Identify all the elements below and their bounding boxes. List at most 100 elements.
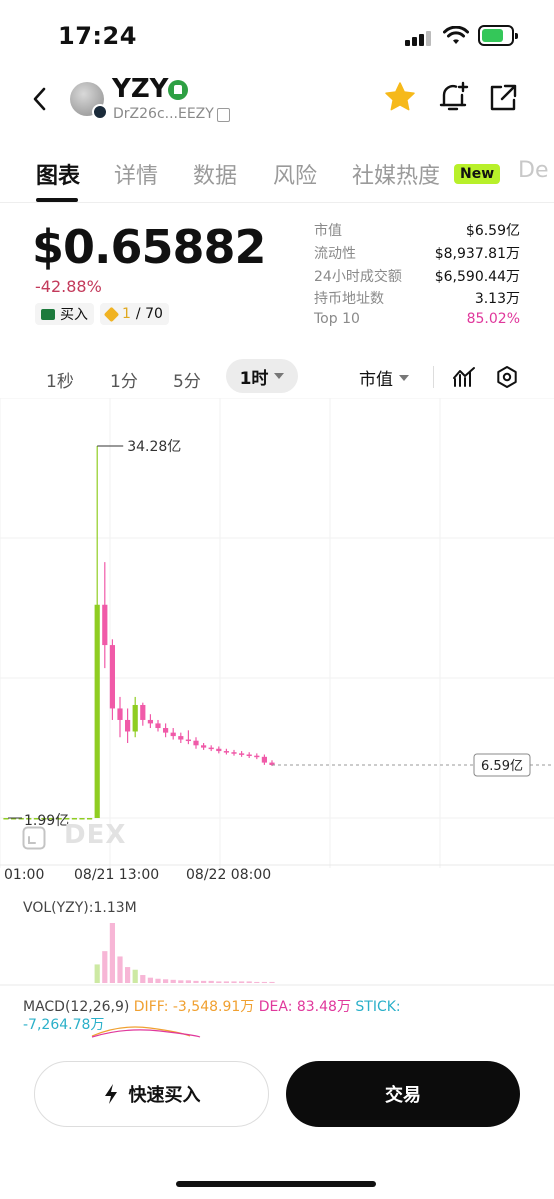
wallet-icon	[41, 308, 55, 320]
candle-body	[117, 708, 123, 720]
volume-bar	[178, 980, 184, 983]
candle-body	[163, 728, 169, 733]
tab-data[interactable]: 数据	[193, 158, 237, 190]
indicator-icon[interactable]	[452, 365, 476, 389]
stat-row: Top 10 85.02%	[314, 311, 520, 334]
candle-body	[102, 604, 108, 646]
volume-bar	[208, 980, 214, 983]
rank-total: / 70	[135, 306, 163, 322]
diamond-icon	[103, 306, 120, 322]
tab-risk[interactable]: 风险	[273, 158, 317, 190]
tab-chart[interactable]: 图表	[36, 158, 80, 190]
battery-charging-icon	[478, 25, 518, 46]
volume-bar	[223, 981, 229, 983]
metric-select[interactable]: 市值	[359, 365, 409, 390]
timeframe-5m[interactable]: 5分	[173, 367, 201, 392]
price-change: -42.88%	[35, 277, 102, 296]
volume-bar	[109, 923, 115, 983]
volume-label: VOL(YZY):1.13M	[23, 900, 137, 916]
rank-chip[interactable]: 1 / 70	[100, 303, 169, 325]
candle-body	[223, 751, 229, 753]
volume-bar	[193, 980, 199, 983]
candle-body	[140, 704, 146, 720]
back-icon[interactable]	[28, 84, 52, 114]
home-indicator	[176, 1181, 376, 1187]
tab-social[interactable]: 社媒热度	[352, 158, 440, 190]
fullscreen-icon[interactable]	[22, 826, 46, 850]
stat-row: 流动性 $8,937.81万	[314, 243, 520, 266]
rank-current: 1	[122, 306, 131, 322]
macd-diff: DIFF: -3,548.91万	[133, 999, 255, 1015]
dex-watermark: DEX	[64, 820, 127, 850]
volume-bar	[94, 964, 100, 983]
candle-body	[216, 748, 222, 752]
candle-body	[193, 740, 199, 746]
trade-label: 交易	[385, 1085, 421, 1106]
candle-body	[125, 719, 131, 732]
tab-details[interactable]: 详情	[114, 158, 158, 190]
tab-overflow[interactable]: De	[518, 158, 548, 183]
candle-body	[132, 704, 138, 732]
chain-badge-icon	[92, 104, 108, 120]
stat-key: 市值	[314, 223, 342, 239]
stat-value: $6.59亿	[465, 223, 520, 239]
volume-bar	[261, 981, 267, 983]
tab-bar: 图表 详情 数据 风险 社媒热度 New De	[0, 152, 554, 202]
stat-key: 24小时成交额	[314, 268, 402, 285]
x-axis-label: 08/21 13:00	[74, 867, 160, 883]
share-icon[interactable]	[487, 82, 519, 114]
settings-icon[interactable]	[495, 365, 519, 389]
stat-value: $8,937.81万	[434, 245, 520, 262]
volume-bar	[147, 977, 153, 983]
stat-row: 市值 $6.59亿	[314, 220, 520, 243]
candle-body	[254, 755, 260, 758]
stat-key: 持币地址数	[314, 291, 384, 308]
volume-bar	[239, 981, 245, 983]
volume-bar	[246, 981, 252, 983]
token-address: DrZ26c...EEZY	[113, 106, 214, 122]
candle-body	[178, 736, 184, 740]
new-badge: New	[454, 164, 501, 184]
status-time: 17:24	[58, 22, 137, 50]
timeframe-1s[interactable]: 1秒	[46, 367, 74, 392]
volume-bar	[155, 978, 161, 983]
candle-body	[94, 604, 100, 818]
metric-label: 市值	[359, 370, 393, 390]
candle-body	[3, 818, 9, 820]
volume-bar	[201, 980, 207, 983]
volume-bar	[117, 956, 123, 983]
quick-buy-button[interactable]: 快速买入	[34, 1061, 269, 1127]
volume-bar	[163, 979, 169, 983]
copy-icon[interactable]	[217, 108, 230, 122]
volume-bar	[231, 981, 237, 983]
high-marker-label: 34.28亿	[127, 439, 181, 455]
volume-bar	[254, 981, 260, 983]
buy-chip[interactable]: 买入	[35, 303, 94, 325]
candle-body	[246, 754, 252, 757]
candle-body	[170, 732, 176, 737]
lightning-icon	[104, 1084, 117, 1104]
candle-body	[147, 719, 153, 724]
last-price-label: 6.59亿	[481, 759, 523, 774]
volume-bar	[185, 980, 191, 983]
buy-chip-label: 买入	[60, 307, 88, 323]
trade-button[interactable]: 交易	[286, 1061, 520, 1127]
token-name: YZY	[112, 74, 169, 104]
volume-bar	[132, 969, 138, 983]
star-icon[interactable]	[384, 81, 416, 113]
timeframe-1m[interactable]: 1分	[110, 367, 138, 392]
timeframe-1h[interactable]: 1时	[226, 359, 298, 393]
volume-bar	[269, 981, 275, 983]
candle-body	[109, 645, 115, 709]
candle-body	[201, 745, 207, 748]
divider	[433, 366, 434, 388]
stat-value: 85.02%	[466, 311, 520, 328]
token-logo	[70, 82, 108, 120]
stats-panel: 市值 $6.59亿 流动性 $8,937.81万 24小时成交额 $6,590.44万…	[314, 220, 520, 334]
bell-plus-icon[interactable]	[436, 80, 470, 114]
macd-stick-value: -7,264.78万	[23, 1017, 105, 1033]
candlestick-chart[interactable]: 34.28亿1.99亿6.59亿	[0, 398, 554, 1038]
caret-down-icon	[274, 373, 285, 379]
divider	[0, 202, 554, 203]
x-axis-label: 08/22 08:00	[186, 867, 272, 883]
